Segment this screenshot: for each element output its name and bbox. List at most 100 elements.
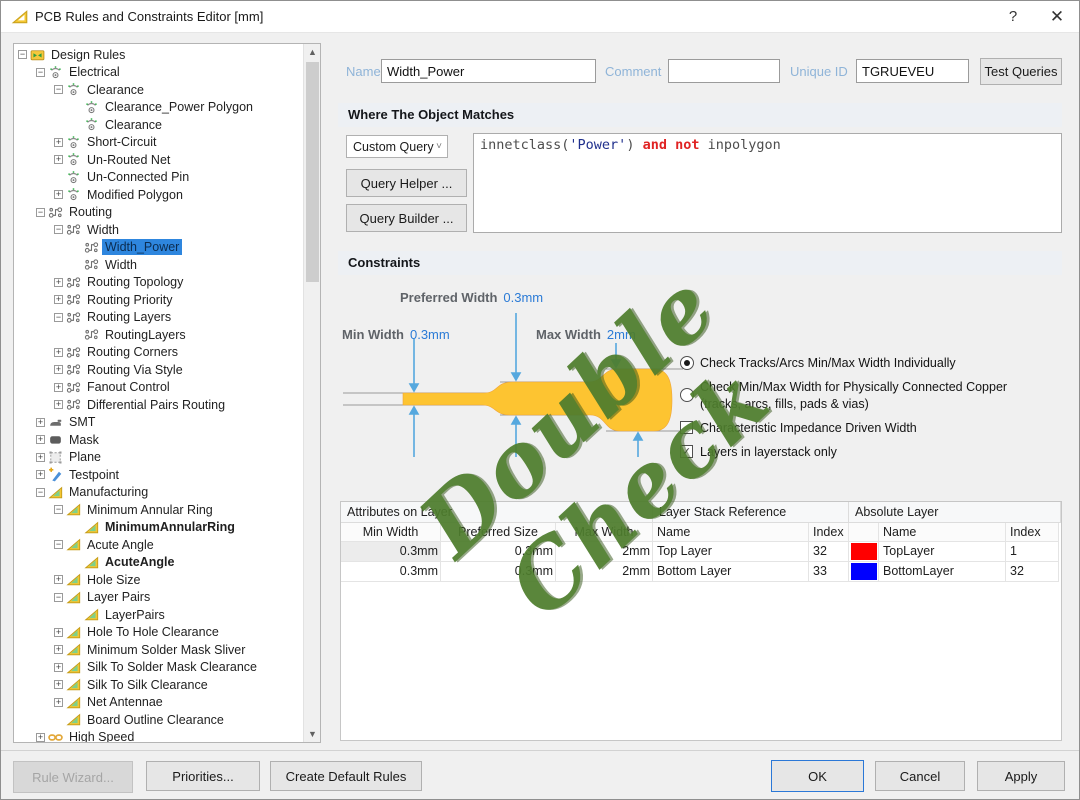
scroll-thumb[interactable] bbox=[306, 62, 319, 282]
expand-icon[interactable]: + bbox=[54, 190, 63, 199]
collapse-icon[interactable]: − bbox=[36, 208, 45, 217]
tree-item-net-antennae[interactable]: +Net Antennae bbox=[14, 694, 304, 712]
expand-icon[interactable]: + bbox=[54, 138, 63, 147]
tree-item-width[interactable]: Width bbox=[14, 256, 304, 274]
layer-color-swatch[interactable] bbox=[849, 562, 879, 582]
tree-item-testpoint[interactable]: +Testpoint bbox=[14, 466, 304, 484]
checkbox-option-characteristic-impedance-driven-width[interactable]: Characteristic Impedance Driven Width bbox=[680, 420, 1062, 437]
expand-icon[interactable]: + bbox=[54, 698, 63, 707]
collapse-icon[interactable]: − bbox=[18, 50, 27, 59]
column-header-cell[interactable]: Preferred Size bbox=[441, 523, 556, 542]
tree-item-silk-to-solder-mask-clearance[interactable]: +Silk To Solder Mask Clearance bbox=[14, 659, 304, 677]
expand-icon[interactable]: + bbox=[54, 365, 63, 374]
tree-item-minimum-annular-ring[interactable]: −Minimum Annular Ring bbox=[14, 501, 304, 519]
column-header-cell[interactable]: Index bbox=[809, 523, 849, 542]
tree-item-width[interactable]: −Width bbox=[14, 221, 304, 239]
table-cell[interactable]: 2mm bbox=[556, 562, 653, 582]
table-cell[interactable]: Bottom Layer bbox=[653, 562, 809, 582]
layer-color-swatch[interactable] bbox=[849, 542, 879, 562]
tree-item-layer-pairs[interactable]: −Layer Pairs bbox=[14, 589, 304, 607]
tree-item-routinglayers[interactable]: RoutingLayers bbox=[14, 326, 304, 344]
radio-option-check-min-max-width-for-physically-conne[interactable]: Check Min/Max Width for Physically Conne… bbox=[680, 379, 1062, 413]
tree-item-layerpairs[interactable]: LayerPairs bbox=[14, 606, 304, 624]
tree-item-plane[interactable]: +Plane bbox=[14, 449, 304, 467]
table-cell[interactable]: TopLayer bbox=[879, 542, 1006, 562]
table-cell[interactable]: 2mm bbox=[556, 542, 653, 562]
tree-item-board-outline-clearance[interactable]: Board Outline Clearance bbox=[14, 711, 304, 729]
table-cell[interactable]: 0.3mm bbox=[341, 562, 441, 582]
tree-item-fanout-control[interactable]: +Fanout Control bbox=[14, 379, 304, 397]
checkbox-icon[interactable] bbox=[680, 421, 693, 434]
tree-item-routing-layers[interactable]: −Routing Layers bbox=[14, 309, 304, 327]
tree-item-mask[interactable]: +Mask bbox=[14, 431, 304, 449]
expand-icon[interactable]: + bbox=[54, 348, 63, 357]
radio-option-check-tracks-arcs-min-max-width-individu[interactable]: Check Tracks/Arcs Min/Max Width Individu… bbox=[680, 355, 1062, 372]
table-cell[interactable]: 33 bbox=[809, 562, 849, 582]
table-cell[interactable]: BottomLayer bbox=[879, 562, 1006, 582]
column-header-cell[interactable]: Max Width bbox=[556, 523, 653, 542]
table-row[interactable]: 0.3mm0.3mm2mmBottom Layer33BottomLayer32 bbox=[341, 562, 1061, 582]
expand-icon[interactable]: + bbox=[54, 575, 63, 584]
collapse-icon[interactable]: − bbox=[54, 593, 63, 602]
expand-icon[interactable]: + bbox=[36, 435, 45, 444]
collapse-icon[interactable]: − bbox=[54, 313, 63, 322]
name-input[interactable] bbox=[381, 59, 596, 83]
tree-item-acute-angle[interactable]: −Acute Angle bbox=[14, 536, 304, 554]
table-cell[interactable]: Top Layer bbox=[653, 542, 809, 562]
expand-icon[interactable]: + bbox=[36, 470, 45, 479]
comment-input[interactable] bbox=[668, 59, 780, 83]
tree-item-minimumannularring[interactable]: MinimumAnnularRing bbox=[14, 519, 304, 537]
checkbox-option-layers-in-layerstack-only[interactable]: ✓Layers in layerstack only bbox=[680, 444, 1062, 461]
unique-id-input[interactable] bbox=[856, 59, 969, 83]
tree-item-acuteangle[interactable]: AcuteAngle bbox=[14, 554, 304, 572]
apply-button[interactable]: Apply bbox=[977, 761, 1065, 791]
query-text-editor[interactable]: innetclass('Power') and not inpolygon bbox=[473, 133, 1062, 233]
column-header-cell[interactable]: Min Width bbox=[341, 523, 441, 542]
column-header-cell[interactable]: Index bbox=[1006, 523, 1059, 542]
expand-icon[interactable]: + bbox=[54, 155, 63, 164]
table-cell[interactable]: 32 bbox=[1006, 562, 1059, 582]
checkbox-icon[interactable]: ✓ bbox=[680, 445, 693, 458]
help-button[interactable]: ? bbox=[991, 1, 1035, 32]
radio-icon[interactable] bbox=[680, 356, 694, 370]
expand-icon[interactable]: + bbox=[36, 418, 45, 427]
tree-item-modified-polygon[interactable]: +Modified Polygon bbox=[14, 186, 304, 204]
expand-icon[interactable]: + bbox=[54, 383, 63, 392]
table-cell[interactable]: 1 bbox=[1006, 542, 1059, 562]
tree-item-differential-pairs-routing[interactable]: +Differential Pairs Routing bbox=[14, 396, 304, 414]
tree-item-un-routed-net[interactable]: +Un-Routed Net bbox=[14, 151, 304, 169]
tree-item-routing-topology[interactable]: +Routing Topology bbox=[14, 274, 304, 292]
column-header-cell[interactable] bbox=[849, 523, 879, 542]
query-builder-button[interactable]: Query Builder ... bbox=[346, 204, 467, 232]
collapse-icon[interactable]: − bbox=[36, 68, 45, 77]
expand-icon[interactable]: + bbox=[54, 628, 63, 637]
tree-item-width-power[interactable]: Width_Power bbox=[14, 239, 304, 257]
tree-scrollbar[interactable]: ▲ ▼ bbox=[303, 44, 320, 742]
tree-item-clearance[interactable]: Clearance bbox=[14, 116, 304, 134]
ok-button[interactable]: OK bbox=[771, 760, 864, 792]
expand-icon[interactable]: + bbox=[36, 453, 45, 462]
scroll-up-icon[interactable]: ▲ bbox=[304, 44, 321, 60]
expand-icon[interactable]: + bbox=[54, 278, 63, 287]
tree-item-high-speed[interactable]: +High Speed bbox=[14, 729, 304, 744]
expand-icon[interactable]: + bbox=[54, 295, 63, 304]
expand-icon[interactable]: + bbox=[54, 663, 63, 672]
tree-item-routing-via-style[interactable]: +Routing Via Style bbox=[14, 361, 304, 379]
collapse-icon[interactable]: − bbox=[54, 225, 63, 234]
tree-item-smt[interactable]: +SMT bbox=[14, 414, 304, 432]
query-helper-button[interactable]: Query Helper ... bbox=[346, 169, 467, 197]
cancel-button[interactable]: Cancel bbox=[875, 761, 965, 791]
scroll-down-icon[interactable]: ▼ bbox=[304, 726, 321, 742]
column-header-cell[interactable]: Name bbox=[653, 523, 809, 542]
create-default-rules-button[interactable]: Create Default Rules bbox=[270, 761, 422, 791]
table-cell[interactable]: 0.3mm bbox=[341, 542, 441, 562]
tree-item-hole-size[interactable]: +Hole Size bbox=[14, 571, 304, 589]
query-scope-dropdown[interactable]: Custom Query ˅ bbox=[346, 135, 448, 158]
expand-icon[interactable]: + bbox=[36, 733, 45, 742]
priorities-button[interactable]: Priorities... bbox=[146, 761, 260, 791]
tree-item-design-rules[interactable]: −Design Rules bbox=[14, 46, 304, 64]
expand-icon[interactable]: + bbox=[54, 680, 63, 689]
collapse-icon[interactable]: − bbox=[54, 540, 63, 549]
table-cell[interactable]: 32 bbox=[809, 542, 849, 562]
collapse-icon[interactable]: − bbox=[54, 505, 63, 514]
